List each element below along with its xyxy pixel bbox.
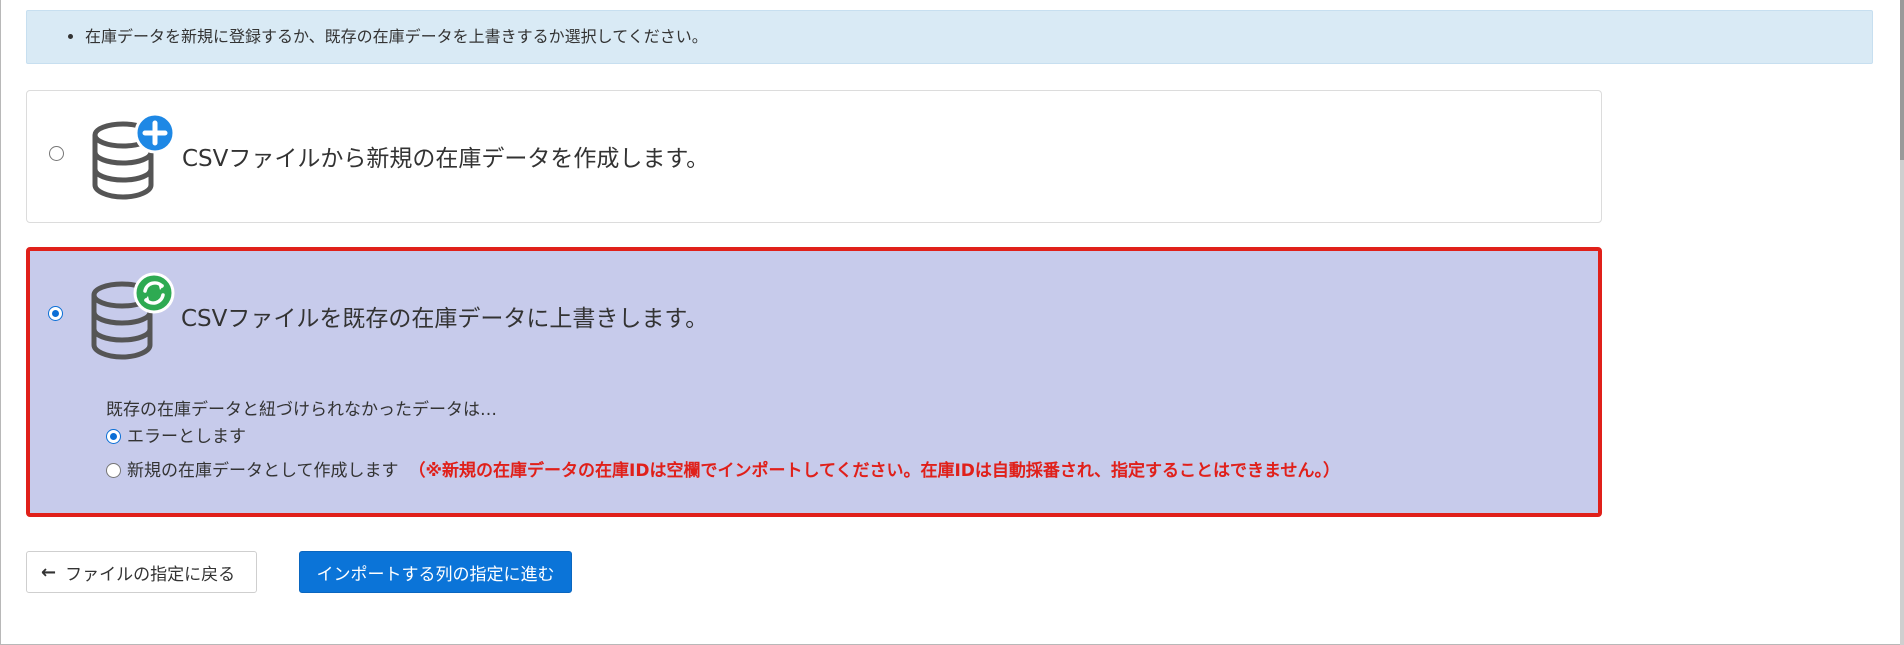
- suboption-error-label: エラーとします: [127, 427, 246, 447]
- option-create-title: CSVファイルから新規の在庫データを作成します。: [182, 146, 710, 172]
- database-plus-icon: [92, 112, 176, 200]
- info-list: 在庫データを新規に登録するか、既存の在庫データを上書きするか選択してください。: [27, 11, 1872, 63]
- suboption-create-new[interactable]: 新規の在庫データとして作成します （※新規の在庫データの在庫IDは空欄でインポート…: [106, 456, 1340, 481]
- option-overwrite-card[interactable]: CSVファイルを既存の在庫データに上書きします。 既存の在庫データと紐づけられな…: [26, 247, 1602, 517]
- option-overwrite-title: CSVファイルを既存の在庫データに上書きします。: [181, 306, 709, 332]
- back-to-file-button[interactable]: ← ファイルの指定に戻る: [26, 551, 257, 593]
- vertical-scrollbar[interactable]: [1900, 0, 1904, 645]
- suboption-error-radio[interactable]: [106, 429, 121, 444]
- option-create-card[interactable]: CSVファイルから新規の在庫データを作成します。: [26, 90, 1602, 223]
- unmatched-data-question: 既存の在庫データと紐づけられなかったデータは…: [106, 400, 497, 420]
- scrollbar-thumb[interactable]: [1900, 0, 1904, 160]
- info-banner: 在庫データを新規に登録するか、既存の在庫データを上書きするか選択してください。: [26, 10, 1873, 64]
- database-sync-icon: [91, 272, 175, 360]
- arrow-left-icon: ←: [41, 561, 57, 583]
- suboption-create-new-note: （※新規の在庫データの在庫IDは空欄でインポートしてください。在庫IDは自動採番…: [408, 461, 1341, 481]
- suboption-create-new-label: 新規の在庫データとして作成します: [127, 461, 399, 481]
- back-button-label: ファイルの指定に戻る: [65, 564, 236, 585]
- next-to-columns-button[interactable]: インポートする列の指定に進む: [299, 551, 572, 593]
- suboption-create-new-radio[interactable]: [106, 463, 121, 478]
- info-message: 在庫データを新規に登録するか、既存の在庫データを上書きするか選択してください。: [85, 11, 1872, 63]
- option-overwrite-radio[interactable]: [48, 306, 63, 321]
- suboption-error[interactable]: エラーとします: [106, 422, 246, 447]
- next-button-label: インポートする列の指定に進む: [316, 564, 555, 585]
- option-create-radio[interactable]: [49, 146, 64, 161]
